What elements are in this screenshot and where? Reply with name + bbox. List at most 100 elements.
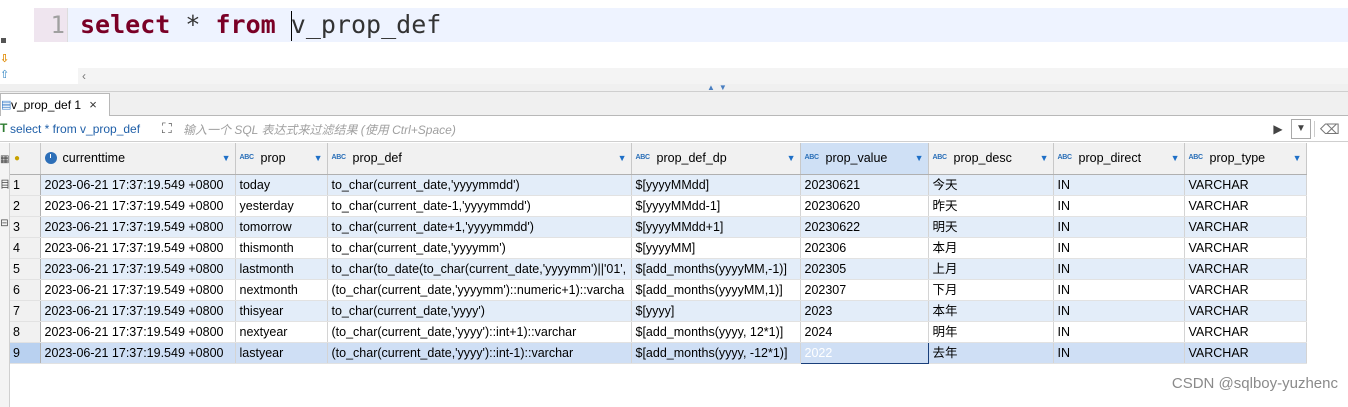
cell-prop-direct[interactable]: IN — [1053, 195, 1185, 217]
cell-prop[interactable]: today — [235, 174, 328, 196]
cell-prop-value[interactable]: 20230621 — [800, 174, 929, 196]
row-number[interactable]: 7 — [10, 300, 41, 322]
cell-currenttime[interactable]: 2023-06-21 17:37:19.549 +0800 — [40, 279, 236, 301]
table-row[interactable]: 3 2023-06-21 17:37:19.549 +0800 tomorrow to… — [10, 216, 1307, 238]
sort-dropdown-icon[interactable]: ▼ — [617, 148, 627, 168]
cell-currenttime[interactable]: 2023-06-21 17:37:19.549 +0800 — [40, 216, 236, 238]
cell-prop-type[interactable]: VARCHAR — [1184, 300, 1307, 322]
filter-input[interactable] — [183, 120, 1268, 139]
cell-prop-def[interactable]: (to_char(current_date,'yyyy')::int+1)::v… — [327, 321, 632, 343]
row-number[interactable]: 5 — [10, 258, 41, 280]
row-number[interactable]: 8 — [10, 321, 41, 343]
splitter-grip-icon[interactable]: ▲▼ — [707, 84, 741, 92]
cell-prop-def[interactable]: to_char(current_date-1,'yyyymmdd') — [327, 195, 632, 217]
row-number[interactable]: 3 — [10, 216, 41, 238]
sort-dropdown-icon[interactable]: ▼ — [914, 148, 924, 168]
cell-prop-direct[interactable]: IN — [1053, 216, 1185, 238]
explain-icon[interactable]: ⇧ — [0, 70, 9, 81]
text-view-icon[interactable]: 目 — [0, 179, 9, 193]
cell-prop-type[interactable]: VARCHAR — [1184, 174, 1307, 196]
execute-icon[interactable]: ⇩ — [0, 54, 9, 65]
column-header-prop-desc[interactable]: ABC prop_desc ▼ — [928, 143, 1054, 175]
cell-prop[interactable]: thismonth — [235, 237, 328, 259]
cell-prop[interactable]: tomorrow — [235, 216, 328, 238]
cell-prop-direct[interactable]: IN — [1053, 300, 1185, 322]
cell-prop-desc[interactable]: 下月 — [928, 279, 1054, 301]
cell-prop-desc[interactable]: 今天 — [928, 174, 1054, 196]
cell-prop-def-dp[interactable]: $[yyyy] — [631, 300, 801, 322]
cell-prop-def-dp[interactable]: $[add_months(yyyy, 12*1)] — [631, 321, 801, 343]
cell-prop[interactable]: nextmonth — [235, 279, 328, 301]
tab-v-prop-def-1[interactable]: ▤ v_prop_def 1 × — [0, 93, 110, 116]
cell-prop-desc[interactable]: 本月 — [928, 237, 1054, 259]
scroll-left-icon[interactable]: ‹ — [82, 68, 86, 84]
cell-prop-desc[interactable]: 去年 — [928, 342, 1054, 364]
cell-prop-def-dp[interactable]: $[add_months(yyyyMM,-1)] — [631, 258, 801, 280]
cell-prop[interactable]: yesterday — [235, 195, 328, 217]
cell-prop-value[interactable]: 202307 — [800, 279, 929, 301]
cell-prop-value[interactable]: 202306 — [800, 237, 929, 259]
cell-prop-type[interactable]: VARCHAR — [1184, 216, 1307, 238]
cell-prop-value[interactable]: 2022 — [799, 341, 929, 364]
cell-currenttime[interactable]: 2023-06-21 17:37:19.549 +0800 — [40, 300, 236, 322]
sort-dropdown-icon[interactable]: ▼ — [313, 148, 323, 168]
row-number[interactable]: 9 — [10, 342, 41, 364]
cell-prop-value[interactable]: 2024 — [800, 321, 929, 343]
sort-dropdown-icon[interactable]: ▼ — [1170, 148, 1180, 168]
table-row[interactable]: 8 2023-06-21 17:37:19.549 +0800 nextyear (t… — [10, 321, 1307, 343]
sort-dropdown-icon[interactable]: ▼ — [1039, 148, 1049, 168]
cell-prop-type[interactable]: VARCHAR — [1184, 237, 1307, 259]
row-number[interactable]: 6 — [10, 279, 41, 301]
apply-filter-icon[interactable]: ▶ — [1270, 120, 1286, 138]
cell-prop[interactable]: lastmonth — [235, 258, 328, 280]
column-header-prop-direct[interactable]: ABC prop_direct ▼ — [1053, 143, 1185, 175]
cell-prop-value[interactable]: 2023 — [800, 300, 929, 322]
cell-prop-type[interactable]: VARCHAR — [1184, 342, 1307, 364]
cell-currenttime[interactable]: 2023-06-21 17:37:19.549 +0800 — [40, 342, 236, 364]
cell-prop-type[interactable]: VARCHAR — [1184, 195, 1307, 217]
cell-prop-type[interactable]: VARCHAR — [1184, 321, 1307, 343]
cell-prop-value[interactable]: 20230620 — [800, 195, 929, 217]
record-view-icon[interactable]: ⊟ — [0, 217, 9, 231]
row-number[interactable]: 2 — [10, 195, 41, 217]
table-row[interactable]: 5 2023-06-21 17:37:19.549 +0800 lastmonth t… — [10, 258, 1307, 280]
cell-prop-def[interactable]: to_char(current_date,'yyyymm') — [327, 237, 632, 259]
row-number[interactable]: 4 — [10, 237, 41, 259]
cell-prop-direct[interactable]: IN — [1053, 342, 1185, 364]
panel-splitter[interactable]: ▲▼ — [0, 84, 1348, 92]
cell-prop-type[interactable]: VARCHAR — [1184, 279, 1307, 301]
results-grid[interactable]: ● currenttime ▼ ABC prop ▼ ABC prop_def ▼ ABC… — [10, 143, 1348, 407]
column-header-prop[interactable]: ABC prop ▼ — [235, 143, 328, 175]
cell-prop-desc[interactable]: 昨天 — [928, 195, 1054, 217]
cell-currenttime[interactable]: 2023-06-21 17:37:19.549 +0800 — [40, 195, 236, 217]
cell-prop-desc[interactable]: 上月 — [928, 258, 1054, 280]
table-row[interactable]: 6 2023-06-21 17:37:19.549 +0800 nextmonth(… — [10, 279, 1307, 301]
cell-prop-value[interactable]: 202305 — [800, 258, 929, 280]
cell-prop-def[interactable]: to_char(current_date,'yyyymmdd') — [327, 174, 632, 196]
cell-currenttime[interactable]: 2023-06-21 17:37:19.549 +0800 — [40, 258, 236, 280]
cell-prop-def-dp[interactable]: $[yyyyMMdd-1] — [631, 195, 801, 217]
sql-code[interactable]: select * from v_prop_def — [80, 9, 441, 41]
sort-dropdown-icon[interactable]: ▼ — [221, 148, 231, 168]
cell-prop-def[interactable]: to_char(to_date(to_char(current_date,'yy… — [327, 258, 632, 280]
cell-prop-type[interactable]: VARCHAR — [1184, 258, 1307, 280]
sql-editor[interactable]: ⇩ ⇧ 1 select * from v_prop_def ‹ — [0, 0, 1348, 86]
cell-prop-desc[interactable]: 明天 — [928, 216, 1054, 238]
table-row[interactable]: 1 2023-06-21 17:37:19.549 +0800 today to_ch… — [10, 174, 1307, 196]
table-row[interactable]: 2 2023-06-21 17:37:19.549 +0800 yesterday t… — [10, 195, 1307, 217]
table-row[interactable]: 7 2023-06-21 17:37:19.549 +0800 thisyear to… — [10, 300, 1307, 322]
cell-prop-value[interactable]: 20230622 — [800, 216, 929, 238]
grid-view-icon[interactable]: ▦ — [0, 153, 9, 167]
cell-prop-def-dp[interactable]: $[yyyyMMdd+1] — [631, 216, 801, 238]
editor-horizontal-scrollbar[interactable]: ‹ — [78, 68, 1348, 84]
close-icon[interactable]: × — [87, 98, 99, 111]
cell-prop-desc[interactable]: 本年 — [928, 300, 1054, 322]
cell-currenttime[interactable]: 2023-06-21 17:37:19.549 +0800 — [40, 237, 236, 259]
sort-dropdown-icon[interactable]: ▼ — [786, 148, 796, 168]
column-header-currenttime[interactable]: currenttime ▼ — [40, 143, 236, 175]
table-row[interactable]: 9 2023-06-21 17:37:19.549 +0800 lastyear (t… — [10, 341, 1307, 364]
table-row[interactable]: 4 2023-06-21 17:37:19.549 +0800 thismonth t… — [10, 237, 1307, 259]
cell-prop-direct[interactable]: IN — [1053, 174, 1185, 196]
cell-prop[interactable]: thisyear — [235, 300, 328, 322]
cell-prop-def[interactable]: (to_char(current_date,'yyyy')::int-1)::v… — [327, 342, 632, 364]
